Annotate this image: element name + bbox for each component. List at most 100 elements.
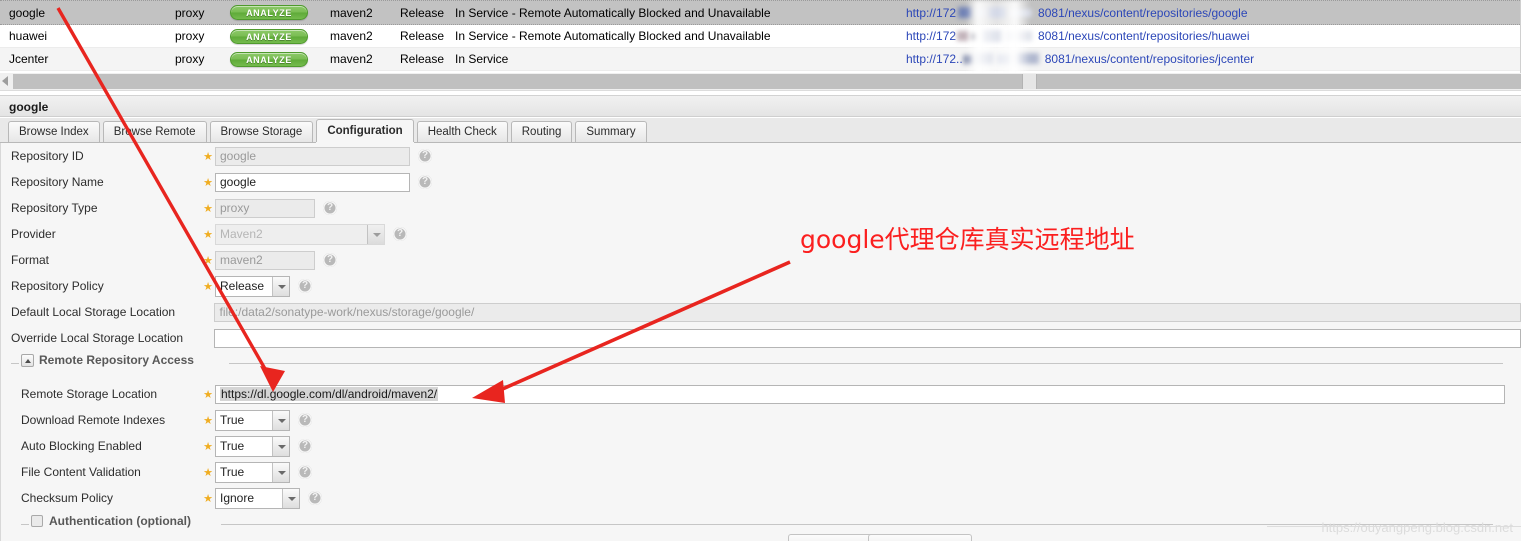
required-star-icon: ★ [203, 388, 213, 401]
authentication-legend-text: Authentication (optional) [49, 514, 191, 528]
repository-name-label: Repository Name [11, 175, 104, 189]
provider-label: Provider [11, 227, 56, 241]
checksum-policy-select[interactable]: Ignore [215, 487, 300, 509]
remote-repository-access-legend: Remote Repository Access [21, 353, 194, 367]
help-icon[interactable]: ? [308, 491, 322, 505]
field-row-repository-policy: Repository Policy ★ Release ? [1, 273, 1521, 299]
help-icon[interactable]: ? [298, 413, 312, 427]
authentication-fieldset: Authentication (optional) [21, 514, 1521, 532]
override-local-storage-input[interactable] [214, 328, 1521, 348]
analyze-button[interactable]: ANALYZE [230, 28, 308, 44]
required-star-icon: ★ [203, 440, 213, 453]
checksum-policy-label: Checksum Policy [21, 491, 114, 505]
repo-status-cell: In Service - Remote Automatically Blocke… [455, 5, 771, 20]
help-icon[interactable]: ? [323, 201, 337, 215]
help-icon[interactable]: ? [418, 175, 432, 189]
default-local-storage-input[interactable] [214, 302, 1521, 322]
page-title: google [0, 95, 1521, 117]
tab-browse-index[interactable]: Browse Index [8, 121, 100, 142]
fieldset-line-right [229, 363, 1503, 364]
repo-url-cell[interactable]: http://172.. 8081/nexus/content/repositor… [905, 52, 1520, 66]
download-remote-indexes-label: Download Remote Indexes [21, 413, 166, 427]
help-icon[interactable]: ? [298, 279, 312, 293]
collapse-toggle-icon[interactable] [21, 353, 34, 367]
repository-policy-label: Repository Policy [11, 279, 104, 293]
scrollbar-thumb[interactable] [1022, 74, 1037, 89]
repo-format-cell: maven2 [330, 29, 373, 43]
repo-url-prefix: http://172 [906, 5, 957, 20]
field-row-default-local-storage: Default Local Storage Location ★ [1, 299, 1521, 325]
repo-url-cell[interactable]: http://172 8081/nexus/content/repositorie… [905, 29, 1520, 43]
repo-name-cell: huawei [9, 29, 48, 43]
provider-select[interactable]: Maven2 [215, 223, 385, 245]
repo-type-cell: proxy [175, 5, 205, 20]
tab-configuration[interactable]: Configuration [316, 119, 414, 142]
analyze-cell: ANALYZE [230, 28, 330, 44]
remote-storage-location-value: https://dl.google.com/dl/android/maven2/ [220, 386, 439, 401]
auto-blocking-enabled-select[interactable]: True [215, 435, 290, 457]
repo-format-cell: maven2 [330, 52, 373, 66]
file-content-validation-select[interactable]: True [215, 461, 290, 483]
authentication-checkbox[interactable] [31, 515, 43, 527]
help-icon[interactable]: ? [393, 227, 407, 241]
remote-repository-access-legend-text: Remote Repository Access [39, 353, 194, 367]
fieldset-line-left [21, 524, 29, 525]
annotation-text: google代理仓库真实远程地址 [800, 225, 1135, 254]
repository-type-label: Repository Type [11, 201, 98, 215]
repo-name-cell: google [9, 5, 46, 20]
auto-blocking-enabled-label: Auto Blocking Enabled [21, 439, 142, 453]
table-row[interactable]: huawei proxy ANALYZE maven2 Release In S… [0, 25, 1520, 48]
tab-routing[interactable]: Routing [510, 121, 573, 142]
field-row-file-content-validation: File Content Validation ★ True ? [1, 459, 1521, 485]
analyze-button[interactable]: ANALYZE [230, 51, 308, 67]
auto-blocking-enabled-select-wrap: True [215, 435, 290, 457]
remote-storage-location-label: Remote Storage Location [21, 387, 158, 401]
help-icon[interactable]: ? [298, 439, 312, 453]
cancel-button[interactable] [868, 534, 972, 541]
help-icon[interactable]: ? [418, 149, 432, 163]
redacted-ip [956, 29, 1038, 43]
repo-policy-cell: Release [400, 29, 445, 43]
repo-policy-cell: Release [400, 5, 445, 20]
required-star-icon: ★ [203, 176, 213, 189]
authentication-legend: Authentication (optional) [31, 514, 191, 528]
repo-url-suffix: 8081/nexus/content/repositories/huawei [1038, 29, 1250, 43]
repository-id-input[interactable] [215, 146, 410, 166]
scroll-left-arrow-icon[interactable] [2, 76, 8, 86]
repo-type-cell: proxy [175, 29, 205, 43]
download-remote-indexes-select-wrap: True [215, 409, 290, 431]
tab-browse-remote[interactable]: Browse Remote [102, 121, 207, 142]
repository-type-input[interactable] [215, 198, 315, 218]
field-row-repository-type: Repository Type ★ ? [1, 195, 1521, 221]
default-local-storage-label: Default Local Storage Location [11, 305, 176, 319]
analyze-button[interactable]: ANALYZE [230, 5, 308, 20]
watermark-text: https://ouyangpeng.blog.csdn.net [1321, 520, 1513, 535]
spacer: ★ [200, 332, 214, 345]
scrollbar-track[interactable] [13, 74, 1521, 89]
download-remote-indexes-select[interactable]: True [215, 409, 290, 431]
grid-horizontal-scrollbar[interactable] [0, 73, 1521, 91]
tab-browse-storage[interactable]: Browse Storage [209, 121, 314, 142]
repository-grid: google proxy ANALYZE maven2 Release In S… [0, 0, 1521, 73]
repo-url-suffix: 8081/nexus/content/repositories/jcenter [1044, 52, 1255, 66]
table-row[interactable]: Jcenter proxy ANALYZE maven2 Release In … [0, 48, 1520, 71]
format-input[interactable] [215, 250, 315, 270]
tab-summary[interactable]: Summary [575, 121, 647, 142]
repo-url-cell[interactable]: http://172 8081/nexus/content/repositorie… [905, 6, 1520, 20]
remote-storage-location-input[interactable]: https://dl.google.com/dl/android/maven2/ [215, 384, 1505, 404]
field-row-auto-blocking-enabled: Auto Blocking Enabled ★ True ? [1, 433, 1521, 459]
field-row-remote-storage-location: Remote Storage Location ★ https://dl.goo… [1, 381, 1521, 407]
required-star-icon: ★ [203, 492, 213, 505]
help-icon[interactable]: ? [298, 465, 312, 479]
table-row[interactable]: google proxy ANALYZE maven2 Release In S… [0, 0, 1520, 25]
field-row-format: Format ★ ? [1, 247, 1521, 273]
help-icon[interactable]: ? [323, 253, 337, 267]
tab-health-check[interactable]: Health Check [416, 121, 508, 142]
nexus-repository-admin-screen: google proxy ANALYZE maven2 Release In S… [0, 0, 1521, 541]
field-row-repository-id: Repository ID ★ ? [1, 143, 1521, 169]
repo-url-prefix: http://172.. [906, 52, 963, 66]
analyze-cell: ANALYZE [230, 51, 330, 67]
repository-name-input[interactable] [215, 172, 410, 192]
tab-bar: Browse Index Browse Remote Browse Storag… [0, 118, 1521, 143]
repository-policy-select[interactable]: Release [215, 275, 290, 297]
